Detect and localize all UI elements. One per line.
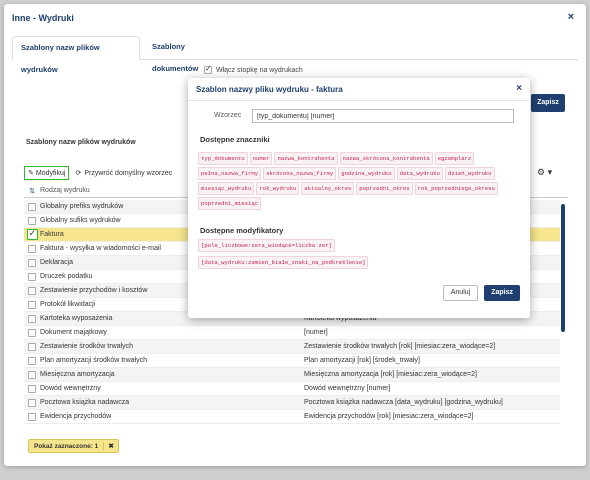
table-row[interactable]: Zestawienie środków trwałych Zestawienie … [24, 340, 560, 354]
footer-checkbox-label: Włącz stopkę na wydrukach [216, 66, 303, 74]
row-checkbox[interactable] [28, 300, 36, 309]
tab-bar: Szablony nazw plików wydruków Szablony d… [12, 36, 578, 74]
modifier-tag[interactable]: [pole_liczbowe:zera_wiodące=liczba zer] [198, 239, 335, 252]
row-name: Zestawienie środków trwałych [40, 343, 133, 350]
row-pattern: Ewidencja przychodów [rok] [miesiac:zera… [304, 413, 474, 420]
footer-checkbox-box[interactable] [204, 64, 212, 74]
tab-file-name-templates[interactable]: Szablony nazw plików wydruków [12, 36, 140, 74]
row-checkbox[interactable] [28, 314, 36, 323]
marker-tag[interactable]: godzina_wydruku [338, 167, 395, 180]
save-button[interactable]: Zapisz [484, 285, 520, 301]
row-checkbox[interactable] [28, 356, 36, 365]
marker-tag[interactable]: rok_poprzedniego_okresu [414, 182, 498, 195]
modifiers-list: [pole_liczbowe:zera_wiodące=liczba zer] … [198, 239, 518, 269]
modifier-tag[interactable]: [data_wydruku:zamień_białe_znaki_na_podk… [198, 256, 369, 269]
tab-document-templates[interactable]: Szablony dokumentów [144, 36, 240, 73]
marker-tag[interactable]: aktualny_okres [301, 182, 355, 195]
row-checkbox[interactable] [28, 384, 36, 393]
marker-tag[interactable]: skrócona_nazwa_firmy [263, 167, 337, 180]
marker-tag[interactable]: miesiąc_wydruku [198, 182, 255, 195]
marker-tag[interactable]: numer [249, 152, 273, 165]
marker-tag[interactable]: nazwa_kontrahenta [274, 152, 338, 165]
reset-default-button[interactable]: ⟳ Przywróć domyślny wzorzec [75, 169, 173, 178]
row-pattern: Zestawienie środków trwałych [rok] [mies… [304, 343, 496, 350]
footer-checkbox[interactable]: Włącz stopkę na wydrukach [204, 64, 303, 74]
cancel-button[interactable]: Anuluj [442, 285, 479, 301]
table-row[interactable]: Pocztowa książka nadawcza Pocztowa książk… [24, 396, 560, 410]
modify-label: Modyfikuj [35, 169, 66, 177]
row-pattern: Plan amortyzacji [rok] [środek_trwały] [304, 357, 420, 364]
row-name: Miesięczna amortyzacja [40, 371, 115, 378]
marker-tag[interactable]: rok_wydruku [256, 182, 300, 195]
marker-tag[interactable]: data_wydruku [396, 167, 443, 180]
row-name: Pocztowa książka nadawcza [40, 399, 130, 406]
table-scrollbar[interactable] [561, 204, 565, 332]
row-checkbox[interactable] [28, 328, 36, 337]
row-checkbox[interactable] [28, 202, 36, 211]
sort-icon[interactable]: ⇅ [24, 187, 40, 195]
window-title: Inne - Wydruki [12, 13, 74, 23]
modify-button[interactable]: ✎ Modyfikuj [24, 166, 70, 180]
row-pattern: [numer] [304, 329, 328, 336]
row-checkbox-checked[interactable] [26, 228, 38, 240]
reset-default-label: Przywróć domyślny wzorzec [84, 169, 173, 177]
row-pattern: Pocztowa książka nadawcza [data_wydruku]… [304, 399, 503, 406]
modal-close-icon[interactable]: × [516, 83, 522, 94]
table-row[interactable]: Miesięczna amortyzacja Miesięczna amortyz… [24, 368, 560, 382]
modal-footer: Anuluj Zapisz [442, 285, 520, 301]
row-name: Plan amortyzacji środków trwałych [40, 357, 147, 364]
row-checkbox[interactable] [28, 216, 36, 225]
marker-tag[interactable]: poprzedni_miesiąc [198, 197, 262, 210]
marker-tag[interactable]: pełna_nazwa_firmy [198, 167, 262, 180]
clear-selection-icon[interactable]: ✖ [103, 442, 117, 450]
section-heading: Szablony nazw plików wydruków [26, 139, 136, 146]
template-modal: Szablon nazwy pliku wydruku - faktura × … [188, 78, 530, 318]
show-selected-label[interactable]: Pokaż zaznaczone: 1 [29, 443, 103, 450]
spinner-icon: ⟳ [75, 170, 82, 177]
row-pattern: Dowód wewnętrzny [numer] [304, 385, 391, 392]
row-name: Dokument majątkowy [40, 329, 107, 336]
modal-divider [188, 100, 530, 101]
table-row[interactable]: Dowód wewnętrzny Dowód wewnętrzny [numer] [24, 382, 560, 396]
row-name: Ewidencja przychodów [40, 413, 112, 420]
row-checkbox[interactable] [28, 244, 36, 253]
marker-tag[interactable]: nazwa_skrócona_kontrahenta [339, 152, 433, 165]
pencil-icon: ✎ [28, 170, 34, 177]
row-checkbox[interactable] [28, 272, 36, 281]
table-row[interactable]: Dokument majątkowy [numer] [24, 326, 560, 340]
marker-tag[interactable]: egzemplarz [434, 152, 475, 165]
row-checkbox[interactable] [28, 286, 36, 295]
pattern-label: Wzorzec [214, 112, 242, 119]
row-pattern: Miesięczna amortyzacja [rok] [miesiac:ze… [304, 371, 477, 378]
markers-heading: Dostępne znaczniki [200, 135, 270, 144]
table-row[interactable]: Plan amortyzacji środków trwałych Plan am… [24, 354, 560, 368]
column-header-name[interactable]: Rodzaj wydruku [40, 187, 90, 194]
row-checkbox[interactable] [28, 370, 36, 379]
row-checkbox[interactable] [28, 258, 36, 267]
marker-tag[interactable]: dzień_wydruku [444, 167, 495, 180]
show-selected-pill[interactable]: Pokaż zaznaczone: 1 ✖ [28, 439, 119, 453]
table-row[interactable]: Ewidencja przychodów Ewidencja przychodów… [24, 410, 560, 424]
row-name: Dowód wewnętrzny [40, 385, 101, 392]
row-checkbox[interactable] [28, 412, 36, 421]
toolbar: ✎ Modyfikuj ⟳ Przywróć domyślny wzorzec [24, 166, 172, 180]
pattern-input[interactable] [252, 109, 514, 123]
modal-title: Szablon nazwy pliku wydruku - faktura [196, 85, 343, 94]
row-checkbox[interactable] [28, 342, 36, 351]
markers-list: typ_dokumentu numer nazwa_kontrahenta na… [198, 152, 518, 210]
settings-gear-icon[interactable]: ⚙ ▾ [537, 167, 552, 178]
modifiers-heading: Dostępne modyfikatory [200, 226, 284, 235]
window-close-icon[interactable]: × [568, 11, 574, 23]
row-checkbox[interactable] [28, 398, 36, 407]
marker-tag[interactable]: poprzedni_okres [356, 182, 413, 195]
background-save-button[interactable]: Zapisz [531, 94, 565, 112]
marker-tag[interactable]: typ_dokumentu [198, 152, 248, 165]
